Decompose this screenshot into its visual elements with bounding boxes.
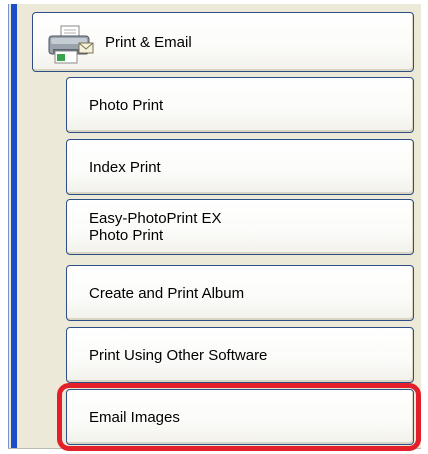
email-images-label: Email Images xyxy=(89,408,180,426)
email-images-button[interactable]: Email Images xyxy=(66,389,414,445)
easy-photoprint-label-line1: Easy-PhotoPrint EX xyxy=(89,210,222,227)
index-print-button[interactable]: Index Print xyxy=(66,139,414,195)
index-print-label: Index Print xyxy=(89,158,161,176)
print-other-software-label: Print Using Other Software xyxy=(89,346,268,364)
photo-print-label: Photo Print xyxy=(89,96,164,114)
menu-window: Print & Email Photo Print Index Print Ea… xyxy=(0,0,428,454)
print-email-label: Print & Email xyxy=(105,33,192,51)
easy-photoprint-button[interactable]: Easy-PhotoPrint EX Photo Print xyxy=(66,199,414,255)
create-print-album-button[interactable]: Create and Print Album xyxy=(66,265,414,321)
create-print-album-label: Create and Print Album xyxy=(89,284,245,302)
panel-edge-strip xyxy=(11,4,17,448)
easy-photoprint-label-line2: Photo Print xyxy=(89,227,164,244)
print-email-button[interactable]: Print & Email xyxy=(32,12,414,72)
photo-print-button[interactable]: Photo Print xyxy=(66,77,414,133)
print-other-software-button[interactable]: Print Using Other Software xyxy=(66,327,414,383)
printer-icon xyxy=(48,25,94,64)
